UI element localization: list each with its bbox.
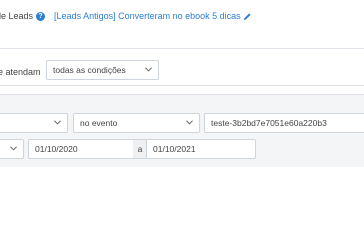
end-date-value: 01/10/2021 [153, 144, 196, 154]
condition-select[interactable]: todas as condições [46, 60, 159, 80]
segment-link[interactable]: [Leads Antigos] Converteram no ebook 5 d… [54, 11, 241, 21]
chevron-down-icon [54, 120, 61, 125]
rule-type-select[interactable] [0, 113, 68, 133]
date-range-separator: a [133, 139, 147, 159]
chevron-down-icon [145, 67, 152, 72]
pencil-icon[interactable] [243, 12, 252, 21]
event-value-field[interactable]: teste-3b2bd7e7051e60a220b3 [204, 113, 364, 133]
match-label: e atendam [0, 67, 41, 77]
chevron-down-icon [186, 120, 193, 125]
help-icon[interactable]: ? [36, 11, 46, 21]
chevron-down-icon [10, 146, 17, 151]
segment-crumb: de Leads [0, 11, 34, 21]
start-date-input[interactable]: 01/10/2020 [28, 139, 134, 159]
end-date-input[interactable]: 01/10/2021 [146, 139, 256, 159]
date-mode-select[interactable] [0, 139, 24, 159]
header-row: de Leads ? [Leads Antigos] Converteram n… [0, 9, 252, 23]
start-date-value: 01/10/2020 [35, 144, 78, 154]
event-value: teste-3b2bd7e7051e60a220b3 [211, 118, 327, 128]
event-select[interactable]: no evento [73, 113, 200, 133]
event-select-value: no evento [80, 118, 118, 128]
condition-select-value: todas as condições [53, 65, 126, 75]
